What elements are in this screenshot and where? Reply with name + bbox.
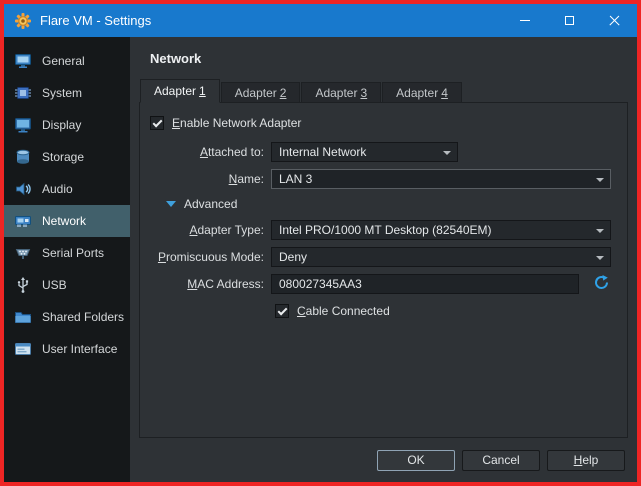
enable-network-adapter-label: Enable Network Adapter bbox=[172, 116, 302, 130]
ok-button[interactable]: OK bbox=[377, 449, 455, 471]
mac-address-input[interactable] bbox=[271, 274, 579, 294]
page-title: Network bbox=[150, 51, 202, 66]
attached-to-select[interactable]: Internal Network bbox=[271, 142, 458, 162]
close-icon bbox=[608, 14, 621, 27]
system-chip-icon bbox=[13, 83, 33, 103]
sidebar-item-system[interactable]: System bbox=[4, 77, 130, 109]
enable-network-adapter-checkbox[interactable] bbox=[150, 116, 164, 130]
network-name-combo[interactable]: LAN 3 bbox=[271, 169, 611, 189]
sidebar-item-label: Storage bbox=[42, 150, 85, 164]
sidebar-item-label: Serial Ports bbox=[42, 246, 105, 260]
window-ui-icon bbox=[13, 339, 33, 359]
adapter-tab-content: Enable Network Adapter Attached to: Inte… bbox=[139, 102, 628, 438]
adapter-type-select[interactable]: Intel PRO/1000 MT Desktop (82540EM) bbox=[271, 220, 611, 240]
network-card-icon bbox=[13, 211, 33, 231]
adapter-type-value: Intel PRO/1000 MT Desktop (82540EM) bbox=[279, 223, 492, 237]
sidebar-item-label: User Interface bbox=[42, 342, 118, 356]
close-button[interactable] bbox=[592, 4, 637, 37]
window-controls bbox=[502, 4, 637, 37]
sidebar-item-label: Audio bbox=[42, 182, 73, 196]
generate-mac-button[interactable] bbox=[592, 275, 610, 293]
help-button[interactable]: Help bbox=[547, 449, 625, 471]
tab-adapter-3[interactable]: Adapter 3 bbox=[301, 82, 382, 103]
storage-disk-icon bbox=[13, 147, 33, 167]
sidebar-item-label: USB bbox=[42, 278, 67, 292]
triangle-down-icon bbox=[166, 201, 176, 207]
promiscuous-mode-select[interactable]: Deny bbox=[271, 247, 611, 267]
attached-to-label: Attached to: bbox=[199, 145, 264, 159]
promiscuous-mode-label: Promiscuous Mode: bbox=[157, 250, 264, 264]
dialog-buttons: OK Cancel Help bbox=[130, 438, 637, 482]
sidebar-item-label: Shared Folders bbox=[42, 310, 125, 324]
promiscuous-mode-value: Deny bbox=[279, 250, 308, 264]
audio-speaker-icon bbox=[13, 179, 33, 199]
cable-connected-checkbox[interactable] bbox=[275, 304, 289, 318]
cancel-button[interactable]: Cancel bbox=[462, 449, 540, 471]
display-monitor-icon bbox=[13, 115, 33, 135]
settings-gear-icon bbox=[14, 12, 32, 30]
attached-to-value: Internal Network bbox=[279, 145, 367, 159]
window-title: Flare VM - Settings bbox=[40, 13, 152, 28]
sidebar-item-network[interactable]: Network bbox=[4, 205, 130, 237]
maximize-button[interactable] bbox=[547, 4, 592, 37]
tab-adapter-2[interactable]: Adapter 2 bbox=[220, 82, 301, 103]
adapter-type-label: Adapter Type: bbox=[189, 223, 264, 237]
usb-icon bbox=[13, 275, 33, 295]
chevron-down-icon bbox=[596, 229, 604, 233]
settings-window: Flare VM - Settings General System Displ… bbox=[0, 0, 641, 486]
serial-plug-icon bbox=[13, 243, 33, 263]
general-icon bbox=[13, 51, 33, 71]
chevron-down-icon bbox=[596, 256, 604, 260]
sidebar-item-label: Network bbox=[42, 214, 87, 228]
maximize-icon bbox=[565, 16, 574, 25]
chevron-down-icon bbox=[443, 151, 451, 155]
minimize-button[interactable] bbox=[502, 4, 547, 37]
sidebar-item-storage[interactable]: Storage bbox=[4, 141, 130, 173]
sidebar-item-user-interface[interactable]: User Interface bbox=[4, 333, 130, 365]
sidebar-item-label: General bbox=[42, 54, 85, 68]
sidebar-item-general[interactable]: General bbox=[4, 45, 130, 77]
tab-adapter-1[interactable]: Adapter 1 bbox=[140, 79, 220, 103]
network-name-value: LAN 3 bbox=[279, 172, 313, 186]
titlebar: Flare VM - Settings bbox=[4, 4, 637, 37]
refresh-icon bbox=[593, 274, 610, 294]
sidebar-item-label: Display bbox=[42, 118, 82, 132]
mac-address-label: MAC Address: bbox=[187, 277, 264, 291]
minimize-icon bbox=[519, 20, 530, 21]
sidebar-item-audio[interactable]: Audio bbox=[4, 173, 130, 205]
settings-sidebar: General System Display Storage Audio Net… bbox=[4, 37, 130, 482]
tab-adapter-4[interactable]: Adapter 4 bbox=[382, 82, 462, 103]
folder-icon bbox=[13, 307, 33, 327]
sidebar-item-shared-folders[interactable]: Shared Folders bbox=[4, 301, 130, 333]
network-settings-pane: Network Adapter 1 Adapter 2 Adapter 3 Adapt… bbox=[130, 37, 637, 482]
advanced-toggle[interactable]: Advanced bbox=[166, 196, 619, 212]
advanced-label: Advanced bbox=[184, 197, 238, 211]
cable-connected-label: Cable Connected bbox=[297, 304, 390, 318]
name-label: Name: bbox=[228, 172, 264, 186]
sidebar-item-display[interactable]: Display bbox=[4, 109, 130, 141]
sidebar-item-label: System bbox=[42, 86, 83, 100]
sidebar-item-serial-ports[interactable]: Serial Ports bbox=[4, 237, 130, 269]
adapter-tabs: Adapter 1 Adapter 2 Adapter 3 Adapter 4 bbox=[140, 79, 637, 103]
sidebar-item-usb[interactable]: USB bbox=[4, 269, 130, 301]
chevron-down-icon bbox=[596, 178, 604, 182]
